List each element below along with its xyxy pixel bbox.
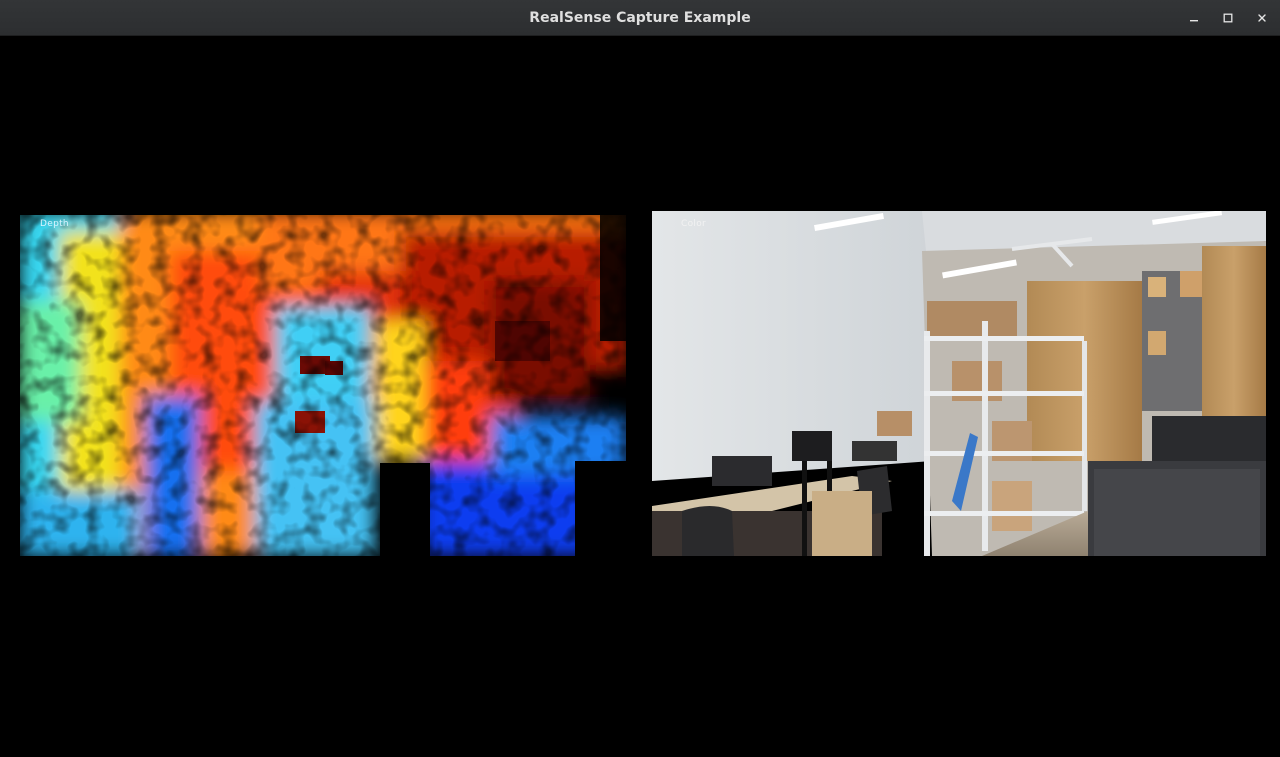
depth-image (20, 211, 626, 556)
color-image (652, 211, 1266, 556)
app-window: RealSense Capture Example Depth Color (0, 0, 1280, 757)
color-stream-label: Color (681, 219, 706, 229)
title-bar[interactable]: RealSense Capture Example (0, 0, 1280, 36)
depth-stream-label: Depth (40, 219, 69, 229)
maximize-button[interactable] (1218, 8, 1238, 28)
minimize-icon (1190, 20, 1198, 22)
depth-stream-view: Depth (20, 211, 626, 556)
maximize-icon (1223, 13, 1233, 23)
minimize-button[interactable] (1184, 8, 1204, 28)
close-button[interactable] (1252, 8, 1272, 28)
close-icon (1258, 14, 1266, 22)
window-title: RealSense Capture Example (529, 10, 751, 26)
stream-viewport: Depth Color (0, 36, 1280, 757)
color-stream-view: Color (652, 211, 1266, 556)
